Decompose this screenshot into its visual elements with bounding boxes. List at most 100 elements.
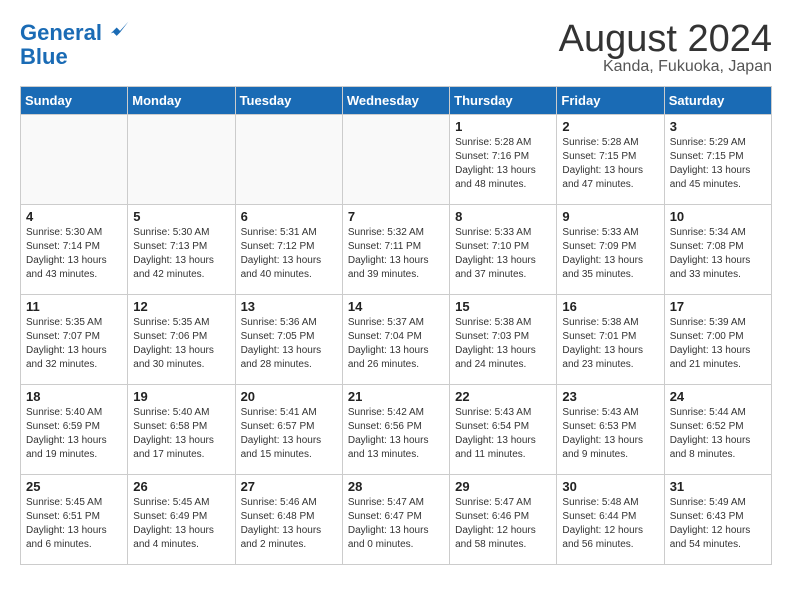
day-number: 3 bbox=[670, 119, 766, 134]
day-number: 8 bbox=[455, 209, 551, 224]
calendar-cell bbox=[342, 115, 449, 205]
day-number: 17 bbox=[670, 299, 766, 314]
day-number: 4 bbox=[26, 209, 122, 224]
day-info: Sunrise: 5:30 AM Sunset: 7:14 PM Dayligh… bbox=[26, 226, 122, 282]
calendar-cell bbox=[21, 115, 128, 205]
calendar-cell: 24 Sunrise: 5:44 AM Sunset: 6:52 PM Dayli… bbox=[664, 385, 771, 475]
calendar-cell: 1 Sunrise: 5:28 AM Sunset: 7:16 PM Daylig… bbox=[450, 115, 557, 205]
day-number: 18 bbox=[26, 389, 122, 404]
calendar-cell: 27 Sunrise: 5:46 AM Sunset: 6:48 PM Dayli… bbox=[235, 475, 342, 565]
calendar-cell: 22 Sunrise: 5:43 AM Sunset: 6:54 PM Dayli… bbox=[450, 385, 557, 475]
day-info: Sunrise: 5:38 AM Sunset: 7:01 PM Dayligh… bbox=[562, 316, 658, 372]
calendar-cell: 31 Sunrise: 5:49 AM Sunset: 6:43 PM Dayli… bbox=[664, 475, 771, 565]
day-info: Sunrise: 5:39 AM Sunset: 7:00 PM Dayligh… bbox=[670, 316, 766, 372]
calendar-cell: 19 Sunrise: 5:40 AM Sunset: 6:58 PM Dayli… bbox=[128, 385, 235, 475]
calendar-cell: 26 Sunrise: 5:45 AM Sunset: 6:49 PM Dayli… bbox=[128, 475, 235, 565]
day-info: Sunrise: 5:28 AM Sunset: 7:16 PM Dayligh… bbox=[455, 136, 551, 192]
day-info: Sunrise: 5:49 AM Sunset: 6:43 PM Dayligh… bbox=[670, 496, 766, 552]
day-number: 6 bbox=[241, 209, 337, 224]
weekday-header: Wednesday bbox=[342, 87, 449, 115]
day-info: Sunrise: 5:32 AM Sunset: 7:11 PM Dayligh… bbox=[348, 226, 444, 282]
day-number: 26 bbox=[133, 479, 229, 494]
day-number: 24 bbox=[670, 389, 766, 404]
calendar-week-row: 18Sunrise: 5:40 AM Sunset: 6:59 PM Dayli… bbox=[21, 385, 772, 475]
day-info: Sunrise: 5:43 AM Sunset: 6:53 PM Dayligh… bbox=[562, 406, 658, 462]
day-info: Sunrise: 5:31 AM Sunset: 7:12 PM Dayligh… bbox=[241, 226, 337, 282]
calendar-week-row: 25 Sunrise: 5:45 AM Sunset: 6:51 PM Dayli… bbox=[21, 475, 772, 565]
day-info: Sunrise: 5:35 AM Sunset: 7:06 PM Dayligh… bbox=[133, 316, 229, 372]
calendar-cell: 28Sunrise: 5:47 AM Sunset: 6:47 PM Dayli… bbox=[342, 475, 449, 565]
day-info: Sunrise: 5:46 AM Sunset: 6:48 PM Dayligh… bbox=[241, 496, 337, 552]
day-info: Sunrise: 5:33 AM Sunset: 7:09 PM Dayligh… bbox=[562, 226, 658, 282]
day-number: 21 bbox=[348, 389, 444, 404]
day-number: 15 bbox=[455, 299, 551, 314]
day-info: Sunrise: 5:43 AM Sunset: 6:54 PM Dayligh… bbox=[455, 406, 551, 462]
calendar-cell: 18Sunrise: 5:40 AM Sunset: 6:59 PM Dayli… bbox=[21, 385, 128, 475]
calendar-cell: 3Sunrise: 5:29 AM Sunset: 7:15 PM Daylig… bbox=[664, 115, 771, 205]
day-info: Sunrise: 5:34 AM Sunset: 7:08 PM Dayligh… bbox=[670, 226, 766, 282]
day-info: Sunrise: 5:38 AM Sunset: 7:03 PM Dayligh… bbox=[455, 316, 551, 372]
logo-bird-icon bbox=[110, 20, 130, 40]
day-number: 13 bbox=[241, 299, 337, 314]
calendar-week-row: 1 Sunrise: 5:28 AM Sunset: 7:16 PM Daylig… bbox=[21, 115, 772, 205]
day-number: 2 bbox=[562, 119, 658, 134]
calendar-cell: 8 Sunrise: 5:33 AM Sunset: 7:10 PM Daylig… bbox=[450, 205, 557, 295]
logo-text: General bbox=[20, 20, 130, 45]
calendar-cell: 12 Sunrise: 5:35 AM Sunset: 7:06 PM Dayli… bbox=[128, 295, 235, 385]
calendar-cell: 29Sunrise: 5:47 AM Sunset: 6:46 PM Dayli… bbox=[450, 475, 557, 565]
day-info: Sunrise: 5:36 AM Sunset: 7:05 PM Dayligh… bbox=[241, 316, 337, 372]
calendar-cell: 15 Sunrise: 5:38 AM Sunset: 7:03 PM Dayli… bbox=[450, 295, 557, 385]
day-number: 9 bbox=[562, 209, 658, 224]
calendar-cell: 11Sunrise: 5:35 AM Sunset: 7:07 PM Dayli… bbox=[21, 295, 128, 385]
day-number: 14 bbox=[348, 299, 444, 314]
day-number: 16 bbox=[562, 299, 658, 314]
calendar-cell: 23 Sunrise: 5:43 AM Sunset: 6:53 PM Dayli… bbox=[557, 385, 664, 475]
calendar-cell: 6 Sunrise: 5:31 AM Sunset: 7:12 PM Daylig… bbox=[235, 205, 342, 295]
day-number: 1 bbox=[455, 119, 551, 134]
day-number: 22 bbox=[455, 389, 551, 404]
day-number: 25 bbox=[26, 479, 122, 494]
calendar-cell: 30 Sunrise: 5:48 AM Sunset: 6:44 PM Dayli… bbox=[557, 475, 664, 565]
calendar-cell: 25 Sunrise: 5:45 AM Sunset: 6:51 PM Dayli… bbox=[21, 475, 128, 565]
weekday-header: Tuesday bbox=[235, 87, 342, 115]
calendar-cell: 21Sunrise: 5:42 AM Sunset: 6:56 PM Dayli… bbox=[342, 385, 449, 475]
day-number: 30 bbox=[562, 479, 658, 494]
calendar-week-row: 11Sunrise: 5:35 AM Sunset: 7:07 PM Dayli… bbox=[21, 295, 772, 385]
day-number: 19 bbox=[133, 389, 229, 404]
calendar-cell: 7 Sunrise: 5:32 AM Sunset: 7:11 PM Daylig… bbox=[342, 205, 449, 295]
calendar-table: SundayMondayTuesdayWednesdayThursdayFrid… bbox=[20, 86, 772, 565]
calendar-cell bbox=[235, 115, 342, 205]
day-info: Sunrise: 5:45 AM Sunset: 6:51 PM Dayligh… bbox=[26, 496, 122, 552]
calendar-cell bbox=[128, 115, 235, 205]
weekday-header-row: SundayMondayTuesdayWednesdayThursdayFrid… bbox=[21, 87, 772, 115]
calendar-cell: 4 Sunrise: 5:30 AM Sunset: 7:14 PM Daylig… bbox=[21, 205, 128, 295]
day-number: 7 bbox=[348, 209, 444, 224]
logo-text-line2: Blue bbox=[20, 45, 130, 69]
day-info: Sunrise: 5:48 AM Sunset: 6:44 PM Dayligh… bbox=[562, 496, 658, 552]
calendar-cell: 17 Sunrise: 5:39 AM Sunset: 7:00 PM Dayli… bbox=[664, 295, 771, 385]
calendar-cell: 16 Sunrise: 5:38 AM Sunset: 7:01 PM Dayli… bbox=[557, 295, 664, 385]
day-info: Sunrise: 5:41 AM Sunset: 6:57 PM Dayligh… bbox=[241, 406, 337, 462]
day-info: Sunrise: 5:47 AM Sunset: 6:46 PM Dayligh… bbox=[455, 496, 551, 552]
day-info: Sunrise: 5:44 AM Sunset: 6:52 PM Dayligh… bbox=[670, 406, 766, 462]
calendar-cell: 20 Sunrise: 5:41 AM Sunset: 6:57 PM Dayli… bbox=[235, 385, 342, 475]
day-info: Sunrise: 5:28 AM Sunset: 7:15 PM Dayligh… bbox=[562, 136, 658, 192]
logo: General Blue bbox=[20, 20, 130, 69]
day-number: 31 bbox=[670, 479, 766, 494]
location: Kanda, Fukuoka, Japan bbox=[559, 58, 772, 76]
day-info: Sunrise: 5:40 AM Sunset: 6:58 PM Dayligh… bbox=[133, 406, 229, 462]
calendar-cell: 5Sunrise: 5:30 AM Sunset: 7:13 PM Daylig… bbox=[128, 205, 235, 295]
calendar-cell: 2 Sunrise: 5:28 AM Sunset: 7:15 PM Daylig… bbox=[557, 115, 664, 205]
day-info: Sunrise: 5:37 AM Sunset: 7:04 PM Dayligh… bbox=[348, 316, 444, 372]
day-number: 12 bbox=[133, 299, 229, 314]
calendar-cell: 9 Sunrise: 5:33 AM Sunset: 7:09 PM Daylig… bbox=[557, 205, 664, 295]
day-info: Sunrise: 5:47 AM Sunset: 6:47 PM Dayligh… bbox=[348, 496, 444, 552]
calendar-cell: 10Sunrise: 5:34 AM Sunset: 7:08 PM Dayli… bbox=[664, 205, 771, 295]
page-header: General Blue August 2024 Kanda, Fukuoka,… bbox=[20, 20, 772, 76]
day-info: Sunrise: 5:33 AM Sunset: 7:10 PM Dayligh… bbox=[455, 226, 551, 282]
day-number: 23 bbox=[562, 389, 658, 404]
day-number: 20 bbox=[241, 389, 337, 404]
day-info: Sunrise: 5:45 AM Sunset: 6:49 PM Dayligh… bbox=[133, 496, 229, 552]
day-number: 27 bbox=[241, 479, 337, 494]
calendar-cell: 13 Sunrise: 5:36 AM Sunset: 7:05 PM Dayli… bbox=[235, 295, 342, 385]
